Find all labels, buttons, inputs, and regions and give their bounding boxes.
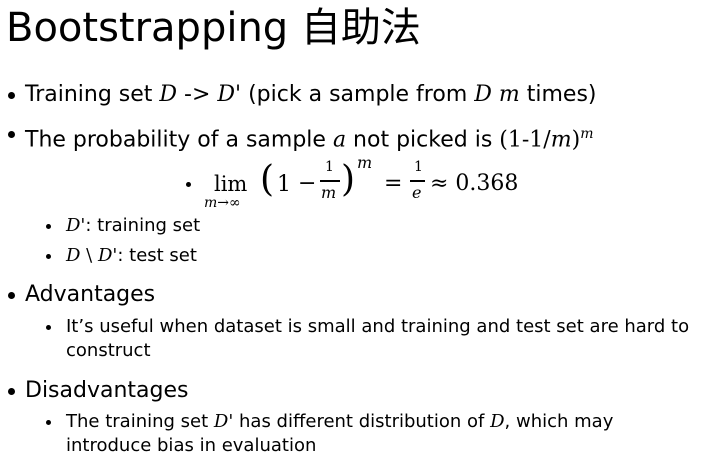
bullet-dot [8,292,15,299]
disadvantages-heading: Disadvantages [25,378,189,403]
text-segment: , which may [504,411,614,432]
equals-sign: = [384,171,403,196]
disadvantages-item-line2: introduce bias in evaluation [66,435,317,456]
text-segment: The training set [66,411,214,432]
frac-numerator: 1 [325,159,334,175]
var-m: m [550,127,572,153]
frac-bar [320,180,340,182]
exponent-m: m [580,126,594,142]
formula-one: 1 [277,172,291,197]
paren-close: ) [341,159,356,200]
sub-bullet-test-set: D \ D': test set [66,244,197,268]
bullet-training-set: Training set D -> D' (pick a sample from… [25,81,597,109]
expr-part: ) [571,127,581,153]
var-D-prime: D' [217,82,242,107]
rhs-denominator: e [412,183,422,202]
text-segment: The probability of a sample [25,127,333,153]
limit-formula: lim m→∞ ( 1 − 1 m ) m = 1 e ≈ 0.368 [200,153,560,214]
var-D-prime: D' [66,215,86,236]
text-segment: times) [519,82,597,107]
text-segment: (pick a sample from [241,82,475,107]
rhs-numerator: 1 [414,159,423,175]
bullet-dot [46,325,51,330]
advantages-heading: Advantages [25,282,156,307]
slide-title: Bootstrapping 自助法 [6,5,421,51]
expr-part: (1-1/ [499,127,551,153]
bullet-dot [186,182,191,187]
var-D: D [490,411,505,432]
text-segment: has different distribution of [233,411,491,432]
text-segment: not picked is [346,127,500,153]
text-segment: -> [177,82,218,107]
outer-exponent: m [357,153,373,172]
bullet-dot [8,131,15,138]
var-a: a [332,127,347,153]
paren-open: ( [260,159,275,200]
formula-minus: − [298,171,317,196]
var-D: D [474,82,492,107]
bullet-dot [46,420,51,425]
frac-denominator: m [321,183,337,202]
text-segment: Training set [25,82,160,107]
var-D-prime: D' [97,245,118,266]
lim-operator: lim [214,172,248,196]
var-D-prime: D' [213,411,234,432]
bullet-dot [46,224,51,229]
text-segment: : test set [117,245,197,266]
advantages-item-line1: It’s useful when dataset is small and tr… [66,316,690,337]
var-m: m [498,82,520,107]
rhs-frac-bar [410,180,425,182]
sub-bullet-training-set: D': training set [66,214,200,238]
setminus: \ [80,245,98,266]
advantages-item-line2: construct [66,340,151,361]
approx-value: ≈ 0.368 [430,171,519,196]
bullet-dot [8,388,15,395]
disadvantages-item-line1: The training set D' has different distri… [66,410,613,434]
bullet-dot [46,254,51,259]
text-segment: : training set [85,215,201,236]
bullet-dot [8,92,15,99]
bullet-probability: The probability of a sample a not picked… [25,120,593,154]
var-D: D [66,245,81,266]
lim-subscript: m→∞ [204,195,241,211]
var-D: D [159,82,178,107]
